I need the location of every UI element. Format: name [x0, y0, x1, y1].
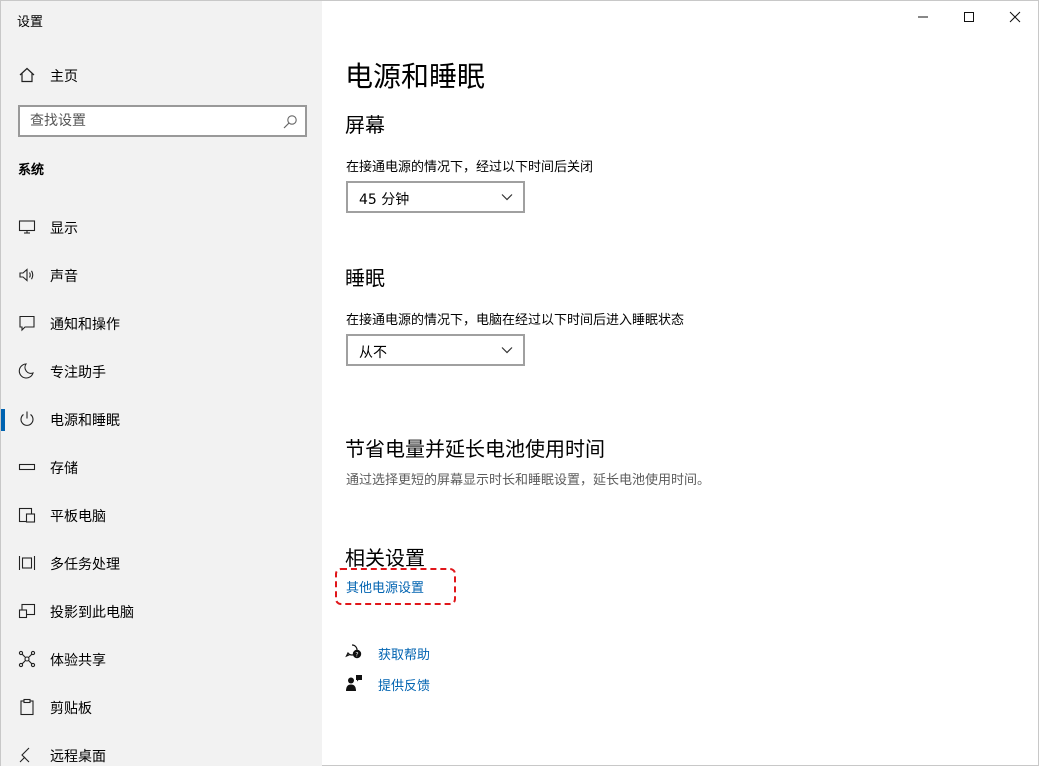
screen-timeout-dropdown[interactable]: 45 分钟 [346, 181, 525, 213]
screen-heading: 屏幕 [345, 113, 385, 137]
svg-text:?: ? [355, 652, 358, 659]
settings-window: 设置 主页 系统 显示 [0, 0, 1039, 766]
page-title: 电源和睡眠 [345, 60, 486, 93]
sidebar-item-label: 平板电脑 [50, 509, 106, 525]
screen-description: 在接通电源的情况下，经过以下时间后关闭 [346, 160, 594, 175]
sidebar: 设置 主页 系统 显示 [1, 1, 322, 766]
sidebar-item-label: 多任务处理 [50, 557, 120, 573]
additional-power-settings-link[interactable]: 其他电源设置 [346, 577, 424, 596]
sidebar-item-sound[interactable]: 声音 [1, 251, 322, 299]
sidebar-item-shared-experiences[interactable]: 体验共享 [1, 635, 322, 683]
project-icon [18, 603, 36, 619]
sidebar-item-label: 通知和操作 [50, 317, 120, 333]
search-input[interactable] [20, 107, 260, 135]
give-feedback-link[interactable]: 提供反馈 [378, 675, 430, 694]
share-icon [18, 650, 36, 668]
sidebar-item-remote-desktop[interactable]: 远程桌面 [1, 731, 322, 766]
sleep-heading: 睡眠 [345, 266, 385, 290]
sidebar-item-home[interactable]: 主页 [1, 57, 322, 93]
battery-description: 通过选择更短的屏幕显示时长和睡眠设置，延长电池使用时间。 [346, 473, 711, 488]
sleep-description: 在接通电源的情况下，电脑在经过以下时间后进入睡眠状态 [346, 313, 685, 328]
screen-timeout-value: 45 分钟 [359, 192, 410, 208]
sidebar-item-label: 远程桌面 [50, 749, 106, 765]
sidebar-item-label: 存储 [50, 461, 78, 477]
sidebar-item-multitasking[interactable]: 多任务处理 [1, 539, 322, 587]
sidebar-item-label: 显示 [50, 221, 78, 237]
sidebar-item-label: 体验共享 [50, 653, 106, 669]
search-icon[interactable] [282, 114, 298, 130]
sidebar-nav: 显示 声音 通知和操作 专注助手 电源和睡眠 存储 平板电脑 多任务处理 投影到… [1, 203, 322, 766]
notification-icon [19, 315, 35, 332]
sleep-timeout-value: 从不 [359, 345, 387, 361]
sidebar-item-project[interactable]: 投影到此电脑 [1, 587, 322, 635]
sidebar-item-power-sleep[interactable]: 电源和睡眠 [1, 395, 322, 443]
tablet-icon [18, 507, 36, 523]
search-box[interactable] [18, 105, 307, 137]
section-label-system: 系统 [18, 163, 45, 178]
sidebar-item-tablet[interactable]: 平板电脑 [1, 491, 322, 539]
main-content: 电源和睡眠 屏幕 在接通电源的情况下，经过以下时间后关闭 45 分钟 睡眠 在接… [322, 1, 1039, 766]
sidebar-item-storage[interactable]: 存储 [1, 443, 322, 491]
sleep-timeout-dropdown[interactable]: 从不 [346, 334, 525, 366]
sidebar-item-clipboard[interactable]: 剪贴板 [1, 683, 322, 731]
power-icon [20, 411, 34, 426]
sidebar-item-label: 投影到此电脑 [50, 605, 134, 621]
battery-heading: 节省电量并延长电池使用时间 [345, 437, 605, 461]
help-chat-icon: ? [345, 644, 362, 659]
home-icon [19, 67, 35, 83]
chevron-down-icon [501, 347, 513, 354]
speaker-icon [19, 268, 34, 282]
get-help-link[interactable]: 获取帮助 [378, 644, 430, 663]
related-settings-heading: 相关设置 [345, 546, 425, 570]
feedback-icon [346, 675, 362, 691]
clipboard-icon [20, 698, 34, 716]
monitor-icon [18, 220, 36, 234]
multitask-icon [18, 556, 36, 570]
sidebar-item-label: 声音 [50, 269, 78, 285]
sidebar-item-focus-assist[interactable]: 专注助手 [1, 347, 322, 395]
sidebar-item-label: 剪贴板 [50, 701, 92, 717]
sidebar-item-display[interactable]: 显示 [1, 203, 322, 251]
chevron-down-icon [501, 194, 513, 201]
active-indicator [1, 409, 5, 431]
moon-icon [18, 363, 34, 379]
sidebar-item-notifications[interactable]: 通知和操作 [1, 299, 322, 347]
remote-icon [19, 747, 30, 763]
sidebar-item-label: 电源和睡眠 [50, 413, 120, 429]
sidebar-item-home-label: 主页 [50, 69, 78, 85]
sidebar-item-label: 专注助手 [50, 365, 106, 381]
app-title: 设置 [17, 15, 44, 30]
storage-icon [18, 463, 36, 471]
